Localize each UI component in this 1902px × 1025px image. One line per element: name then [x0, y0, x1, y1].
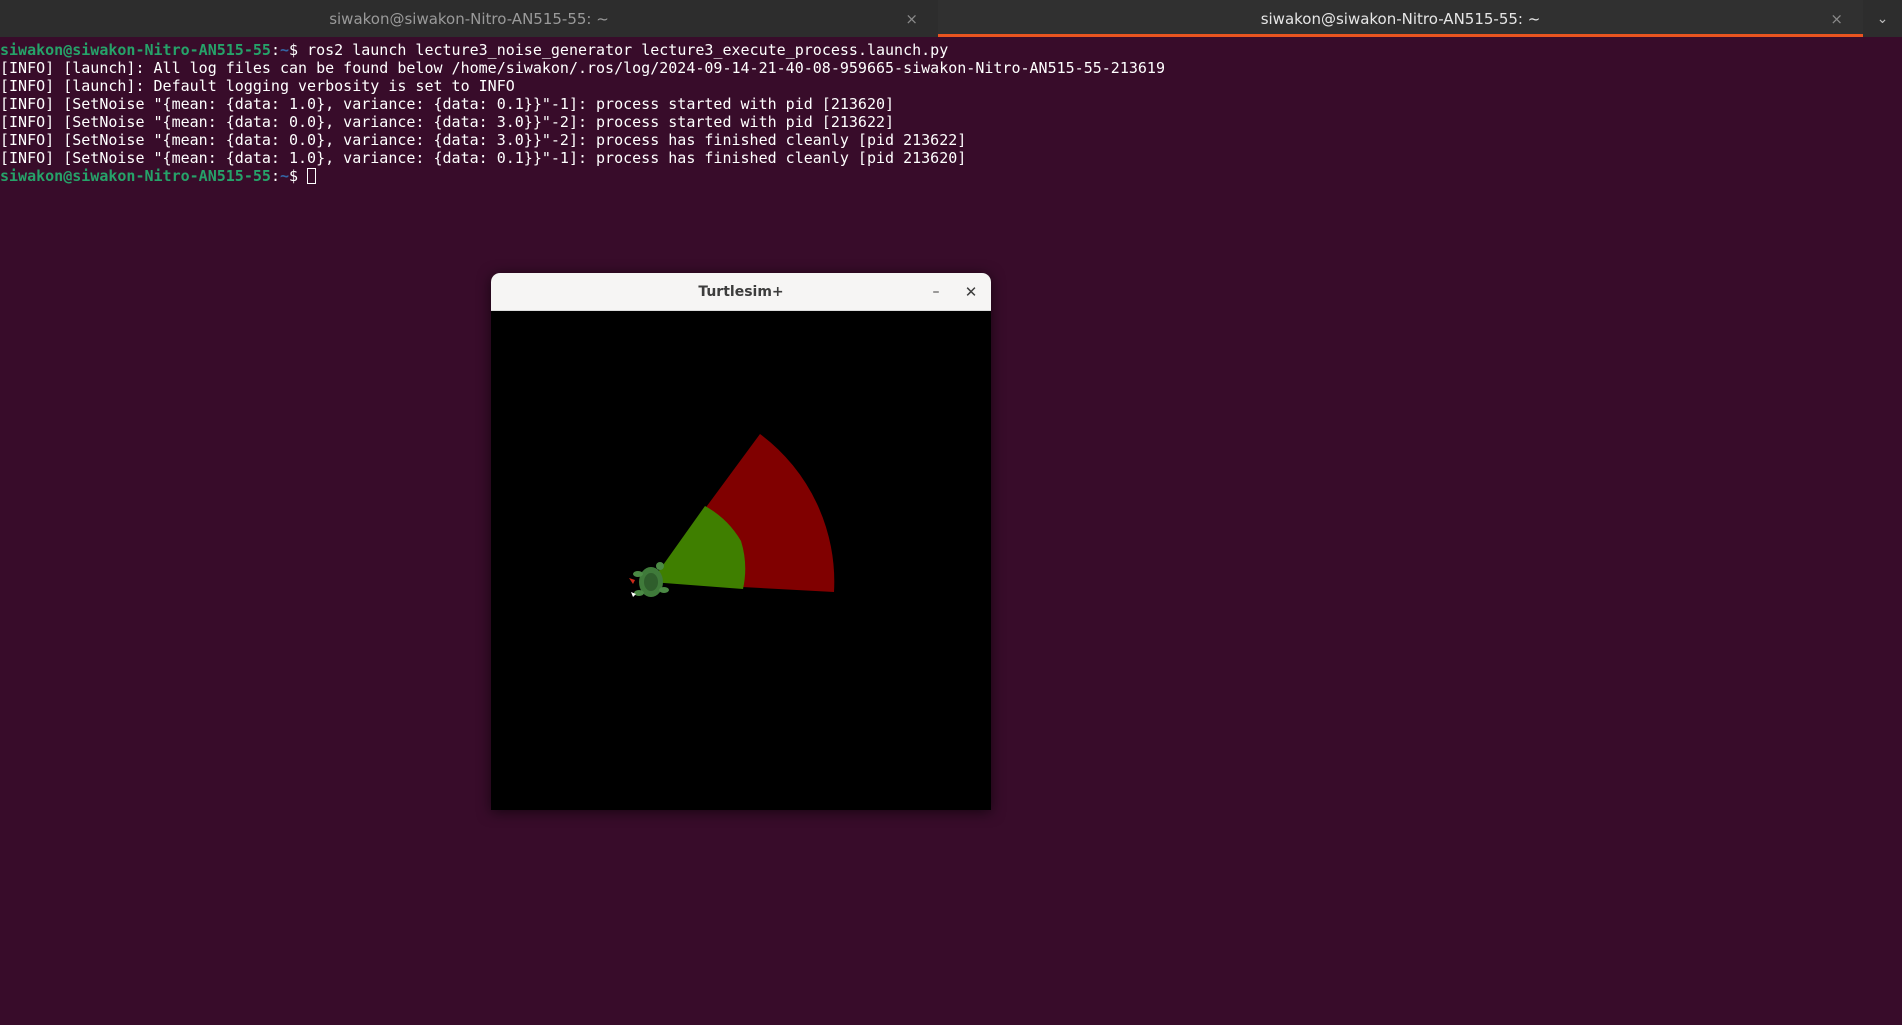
- prompt-line: siwakon@siwakon-Nitro-AN515-55:~$: [0, 167, 1902, 185]
- minimize-icon[interactable]: –: [926, 282, 946, 302]
- prompt-user: siwakon@siwakon-Nitro-AN515-55: [0, 167, 271, 185]
- prompt-path: ~: [279, 167, 289, 185]
- command-line: siwakon@siwakon-Nitro-AN515-55:~$ ros2 l…: [0, 41, 1902, 59]
- log-line: [INFO] [SetNoise "{mean: {data: 0.0}, va…: [0, 113, 895, 131]
- tab-terminal-1[interactable]: siwakon@siwakon-Nitro-AN515-55: ~ ×: [0, 0, 938, 37]
- tab-title: siwakon@siwakon-Nitro-AN515-55: ~: [1260, 9, 1541, 28]
- tab-terminal-2[interactable]: siwakon@siwakon-Nitro-AN515-55: ~ ×: [938, 0, 1863, 37]
- prompt-symbol: $: [289, 167, 308, 185]
- tab-close-icon[interactable]: ×: [1830, 10, 1843, 28]
- tab-bar: siwakon@siwakon-Nitro-AN515-55: ~ × siwa…: [0, 0, 1902, 37]
- close-icon[interactable]: ✕: [961, 282, 981, 302]
- text-cursor: [307, 168, 317, 184]
- turtlesim-canvas[interactable]: [491, 311, 991, 810]
- prompt-user: siwakon@siwakon-Nitro-AN515-55: [0, 41, 271, 59]
- command-text: ros2 launch lecture3_noise_generator lec…: [307, 41, 949, 59]
- log-line: [INFO] [SetNoise "{mean: {data: 1.0}, va…: [0, 149, 967, 167]
- turtlesim-window: Turtlesim+ – ✕: [491, 273, 991, 810]
- turtlesim-titlebar[interactable]: Turtlesim+ – ✕: [491, 273, 991, 311]
- log-line: [INFO] [SetNoise "{mean: {data: 0.0}, va…: [0, 131, 967, 149]
- prompt-symbol: $: [289, 41, 308, 59]
- prompt-path: ~: [279, 41, 289, 59]
- tab-title: siwakon@siwakon-Nitro-AN515-55: ~: [329, 9, 609, 28]
- log-line: [INFO] [SetNoise "{mean: {data: 1.0}, va…: [0, 95, 895, 113]
- log-line: [INFO] [launch]: All log files can be fo…: [0, 59, 1165, 77]
- tab-menu-chevron-icon[interactable]: ⌄: [1863, 0, 1902, 37]
- tab-close-icon[interactable]: ×: [905, 10, 918, 28]
- log-line: [INFO] [launch]: Default logging verbosi…: [0, 77, 515, 95]
- prompt-separator: :: [270, 41, 280, 59]
- prompt-separator: :: [270, 167, 280, 185]
- window-title: Turtlesim+: [698, 283, 784, 300]
